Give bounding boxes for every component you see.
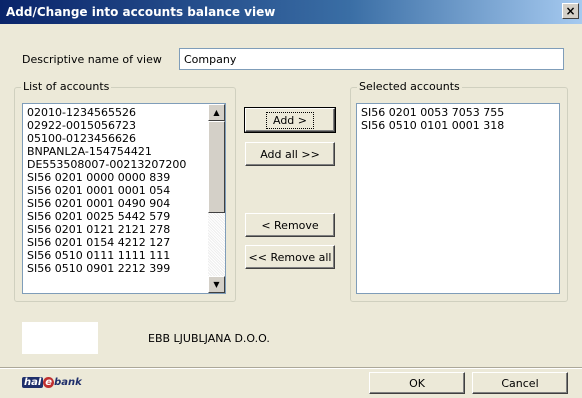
list-item[interactable]: 02922-0015056723 [27,119,225,132]
scroll-thumb[interactable] [208,121,225,213]
window-title: Add/Change into accounts balance view [6,5,276,19]
list-item[interactable]: SI56 0201 0154 4212 127 [27,236,225,249]
scroll-track[interactable] [208,213,225,276]
arrow-down-icon: ▼ [213,280,220,289]
selected-group-title: Selected accounts [357,80,462,93]
list-item[interactable]: DE553508007-00213207200 [27,158,225,171]
list-item[interactable]: SI56 0201 0025 5442 579 [27,210,225,223]
add-button[interactable]: Add > [244,107,336,133]
remove-button[interactable]: < Remove [245,213,335,237]
selected-listbox[interactable]: SI56 0201 0053 7053 755 SI56 0510 0101 00… [356,103,560,294]
add-all-button[interactable]: Add all >> [245,142,335,166]
footer-divider [0,367,582,369]
list-item[interactable]: SI56 0201 0001 0001 054 [27,184,225,197]
cancel-button[interactable]: Cancel [472,372,568,394]
list-item[interactable]: BNPANL2A-154754421 [27,145,225,158]
close-button[interactable]: × [562,3,579,19]
view-name-input[interactable] [179,48,564,70]
list-item[interactable]: SI56 0201 0053 7053 755 [361,106,559,119]
close-icon: × [565,4,576,18]
accounts-list: 02010-1234565526 02922-0015056723 05100-01… [23,104,225,275]
arrow-up-icon: ▲ [213,108,220,117]
accounts-group-title: List of accounts [21,80,112,93]
list-item[interactable]: SI56 0510 0111 1111 111 [27,249,225,262]
scroll-down-button[interactable]: ▼ [208,276,225,293]
title-bar: Add/Change into accounts balance view × [0,0,582,24]
list-item[interactable]: SI56 0201 0001 0490 904 [27,197,225,210]
selected-list: SI56 0201 0053 7053 755 SI56 0510 0101 00… [357,104,559,132]
view-name-label: Descriptive name of view [22,53,162,66]
list-item[interactable]: SI56 0201 0121 2121 278 [27,223,225,236]
add-button-label: Add > [265,111,314,129]
color-swatch [22,322,98,354]
accounts-listbox[interactable]: 02010-1234565526 02922-0015056723 05100-01… [22,103,226,294]
list-item[interactable]: 02010-1234565526 [27,106,225,119]
list-item[interactable]: SI56 0510 0101 0001 318 [361,119,559,132]
remove-all-button[interactable]: << Remove all [245,245,335,269]
scroll-up-button[interactable]: ▲ [208,104,225,121]
list-item[interactable]: SI56 0510 0901 2212 399 [27,262,225,275]
halcom-logo: hal e bank [22,377,82,388]
ok-button[interactable]: OK [369,372,465,394]
list-item[interactable]: 05100-0123456626 [27,132,225,145]
list-item[interactable]: SI56 0201 0000 0000 839 [27,171,225,184]
company-name: EBB LJUBLJANA D.O.O. [148,332,270,345]
accounts-scrollbar[interactable]: ▲ ▼ [208,104,225,293]
